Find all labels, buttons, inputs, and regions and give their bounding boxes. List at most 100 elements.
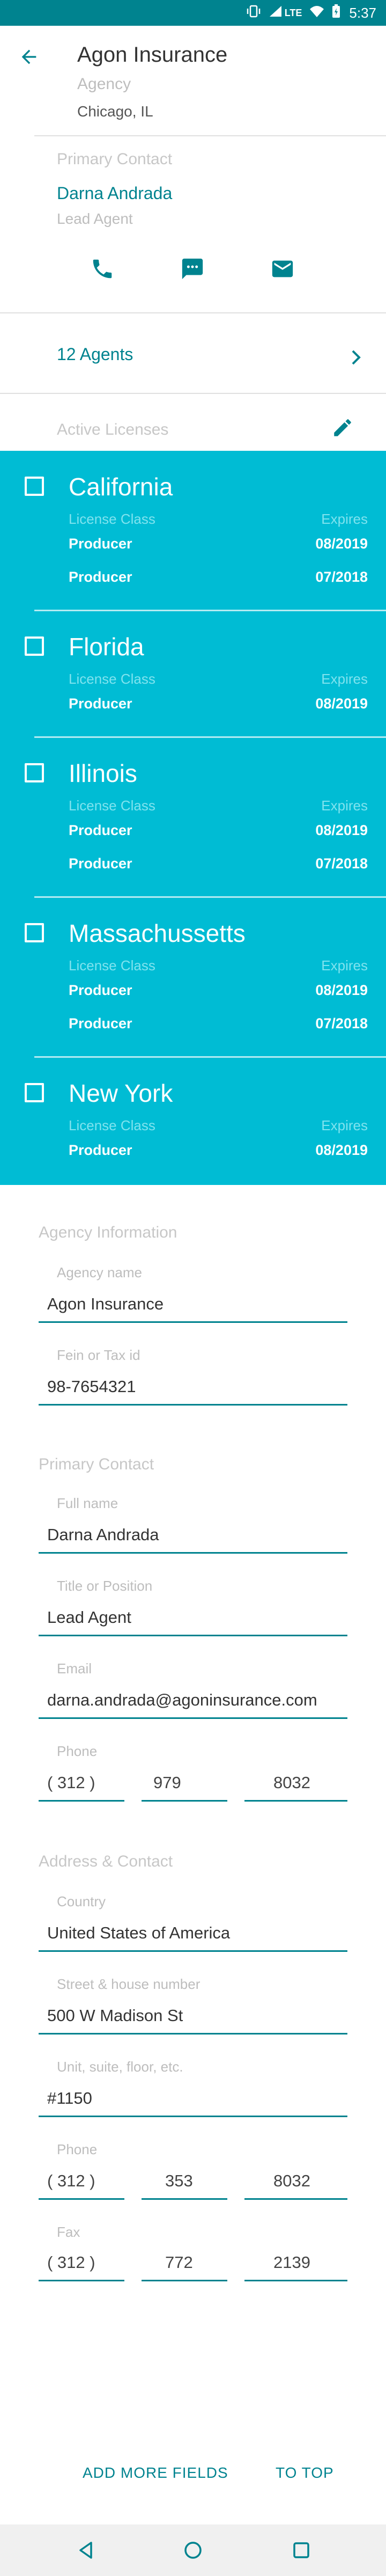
agents-link[interactable]: 12 Agents: [57, 345, 133, 364]
agency-information-heading: Agency Information: [39, 1224, 177, 1241]
phone-icon[interactable]: [90, 257, 115, 281]
field-underline: [244, 2280, 347, 2281]
expires-label: Expires: [321, 671, 368, 687]
phone-area-field[interactable]: ( 312 ): [47, 1773, 95, 1792]
expires-label: Expires: [321, 511, 368, 527]
nav-recents-icon[interactable]: [291, 2540, 312, 2561]
field-underline: [142, 1800, 227, 1802]
phone-label: Phone: [57, 1743, 98, 1759]
chevron-right-icon[interactable]: [348, 348, 363, 367]
unit-label: Unit, suite, floor, etc.: [57, 2059, 183, 2075]
full-name-label: Full name: [57, 1495, 118, 1511]
address-contact-heading: Address & Contact: [39, 1853, 173, 1870]
license-state-illinois[interactable]: Illinois License Class Expires Producer …: [0, 753, 386, 882]
phone-line-field[interactable]: 8032: [273, 1773, 310, 1792]
agency-name-field[interactable]: Agon Insurance: [47, 1294, 164, 1314]
state-name: Illinois: [69, 759, 137, 787]
license-type: Producer: [69, 696, 132, 712]
wifi-icon: [309, 5, 324, 21]
fax-line-field[interactable]: 2139: [273, 2253, 310, 2272]
email-icon[interactable]: [270, 257, 295, 281]
email-field[interactable]: darna.andrada@agoninsurance.com: [47, 1690, 317, 1710]
license-expiry: 07/2018: [315, 855, 368, 872]
divider: [0, 312, 386, 313]
fax-label: Fax: [57, 2224, 80, 2240]
fein-field[interactable]: 98-7654321: [47, 1377, 136, 1396]
primary-contact-heading: Primary Contact: [39, 1455, 154, 1473]
license-class-label: License Class: [69, 671, 155, 687]
fax-area-field[interactable]: ( 312 ): [47, 2253, 95, 2272]
license-type: Producer: [69, 855, 132, 872]
field-underline: [142, 2198, 227, 2200]
license-type: Producer: [69, 1142, 132, 1158]
phone-area-field[interactable]: ( 312 ): [47, 2171, 95, 2191]
state-checkbox[interactable]: [25, 477, 44, 496]
license-class-label: License Class: [69, 797, 155, 814]
message-icon[interactable]: [180, 257, 205, 281]
country-field[interactable]: United States of America: [47, 1923, 230, 1943]
license-expiry: 07/2018: [315, 569, 368, 585]
license-class-label: License Class: [69, 1117, 155, 1133]
divider: [34, 135, 386, 136]
license-expiry: 08/2019: [315, 822, 368, 838]
phone-prefix-field[interactable]: 979: [153, 1773, 181, 1792]
license-type: Producer: [69, 982, 132, 998]
status-bar: LTE 5:37: [0, 0, 386, 26]
state-checkbox[interactable]: [25, 923, 44, 942]
expires-label: Expires: [321, 957, 368, 974]
license-class-label: License Class: [69, 511, 155, 527]
full-name-field[interactable]: Darna Andrada: [47, 1525, 159, 1545]
country-label: Country: [57, 1893, 106, 1909]
license-type: Producer: [69, 536, 132, 552]
license-expiry: 08/2019: [315, 536, 368, 552]
divider: [34, 1056, 386, 1058]
back-arrow-icon[interactable]: [18, 46, 40, 68]
phone-prefix-field[interactable]: 353: [165, 2171, 193, 2191]
nav-back-icon[interactable]: [75, 2540, 96, 2561]
license-type: Producer: [69, 569, 132, 585]
license-state-california[interactable]: California License Class Expires Produce…: [0, 467, 386, 596]
field-underline: [39, 1717, 347, 1719]
license-class-label: License Class: [69, 957, 155, 974]
expires-label: Expires: [321, 1117, 368, 1133]
license-expiry: 08/2019: [315, 1142, 368, 1158]
license-type: Producer: [69, 1015, 132, 1031]
state-checkbox[interactable]: [25, 636, 44, 656]
license-expiry: 08/2019: [315, 982, 368, 998]
state-checkbox[interactable]: [25, 1083, 44, 1102]
edit-pencil-icon[interactable]: [331, 416, 354, 439]
license-state-massachussetts[interactable]: Massachussetts License Class Expires Pro…: [0, 913, 386, 1042]
state-name: California: [69, 473, 173, 501]
licenses-panel: California License Class Expires Produce…: [0, 451, 386, 1185]
phone-label: Phone: [57, 2141, 98, 2157]
state-name: Massachussetts: [69, 919, 246, 947]
title-position-field[interactable]: Lead Agent: [47, 1608, 131, 1627]
state-name: Florida: [69, 633, 144, 661]
signal-icon: [269, 5, 283, 21]
field-underline: [39, 2280, 124, 2281]
license-state-new-york[interactable]: New York License Class Expires Producer …: [0, 1073, 386, 1170]
fein-label: Fein or Tax id: [57, 1347, 140, 1363]
license-state-florida[interactable]: Florida License Class Expires Producer 0…: [0, 627, 386, 723]
field-underline: [39, 2033, 347, 2035]
field-underline: [244, 2198, 347, 2200]
field-underline: [142, 2280, 227, 2281]
license-expiry: 08/2019: [315, 696, 368, 712]
street-field[interactable]: 500 W Madison St: [47, 2006, 183, 2025]
to-top-button[interactable]: TO TOP: [276, 2464, 334, 2482]
street-label: Street & house number: [57, 1976, 201, 1992]
nav-home-icon[interactable]: [182, 2540, 204, 2561]
field-underline: [39, 1552, 347, 1554]
phone-line-field[interactable]: 8032: [273, 2171, 310, 2191]
state-checkbox[interactable]: [25, 763, 44, 782]
primary-contact-label: Primary Contact: [57, 150, 173, 168]
field-underline: [39, 1321, 347, 1323]
add-more-fields-button[interactable]: ADD MORE FIELDS: [83, 2464, 228, 2482]
page-title: Agon Insurance: [77, 43, 228, 67]
state-name: New York: [69, 1079, 173, 1107]
license-type: Producer: [69, 822, 132, 838]
field-underline: [39, 1950, 347, 1952]
fax-prefix-field[interactable]: 772: [165, 2253, 193, 2272]
contact-name-link[interactable]: Darna Andrada: [57, 184, 172, 203]
unit-field[interactable]: #1150: [47, 2089, 92, 2108]
